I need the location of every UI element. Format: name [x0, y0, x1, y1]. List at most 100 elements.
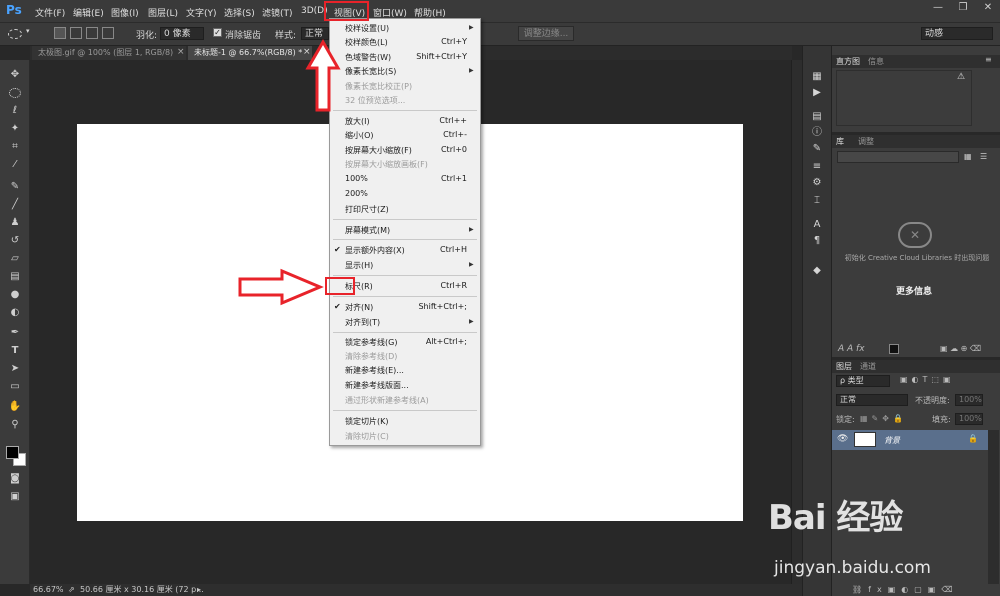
status-arrow-icon[interactable]: ▸ — [197, 584, 201, 596]
menu-image[interactable]: 图像(I) — [111, 6, 139, 19]
view-menu-item[interactable]: 对齐(N) — [345, 302, 373, 313]
character-panel-icon[interactable]: A — [809, 218, 825, 232]
intersect-selection-icon[interactable] — [102, 27, 114, 39]
subtract-selection-icon[interactable] — [86, 27, 98, 39]
view-menu-item[interactable]: 锁定切片(K) — [345, 416, 389, 427]
pen-tool-icon[interactable]: ✒ — [8, 326, 22, 340]
brush-panel-icon[interactable]: ✎ — [809, 142, 825, 156]
library-actions-icons[interactable]: ▣ ☁ ⊕ ⌫ — [940, 344, 981, 353]
screen-mode-icon[interactable]: ▣ — [8, 490, 22, 504]
actions-panel-icon[interactable]: ▶ — [809, 86, 825, 100]
close-window-button[interactable]: ✕ — [975, 2, 1000, 16]
tab-adjustments[interactable]: 调整 — [858, 135, 874, 148]
layers-scrollbar[interactable] — [988, 430, 999, 584]
blend-mode-select[interactable]: 正常 — [836, 394, 908, 406]
refine-edge-button[interactable]: 调整边缘... — [518, 26, 574, 41]
crop-tool-icon[interactable]: ⌗ — [8, 140, 22, 154]
tab-layers[interactable]: 图层 — [836, 360, 852, 373]
visibility-eye-icon[interactable]: 👁 — [837, 434, 848, 444]
menu-type[interactable]: 文字(Y) — [186, 6, 217, 19]
new-selection-icon[interactable] — [54, 27, 66, 39]
quick-mask-icon[interactable]: ◙ — [8, 472, 22, 486]
view-menu-item[interactable]: 显示(H) — [345, 260, 373, 271]
properties-panel-icon[interactable]: ▤ — [809, 110, 825, 124]
menu-layer[interactable]: 图层(L) — [148, 6, 178, 19]
history-brush-icon[interactable]: ↺ — [8, 234, 22, 248]
menu-file[interactable]: 文件(F) — [35, 6, 65, 19]
grid-view-icon[interactable]: ▦ — [964, 152, 972, 161]
layer-filter-icons[interactable]: ▣◐T⬚▣ — [900, 375, 955, 384]
magic-wand-icon[interactable]: ✦ — [8, 122, 22, 136]
path-selection-icon[interactable]: ➤ — [8, 362, 22, 376]
feather-input[interactable]: 0 像素 — [160, 27, 204, 40]
view-menu-item[interactable]: 像素长宽比(S) — [345, 66, 396, 77]
fill-input[interactable]: 100% — [955, 413, 983, 425]
restore-button[interactable]: ❐ — [950, 2, 976, 16]
view-menu-item[interactable]: 打印尺寸(Z) — [345, 204, 389, 215]
list-view-icon[interactable]: ☰ — [980, 152, 987, 161]
layer-footer-icons[interactable]: ⛓fx▣◐▢▣⌫ — [852, 585, 959, 594]
menu-edit[interactable]: 编辑(E) — [73, 6, 104, 19]
add-selection-icon[interactable] — [70, 27, 82, 39]
menu-select[interactable]: 选择(S) — [224, 6, 255, 19]
brush-tool-icon[interactable]: ╱ — [8, 198, 22, 212]
info-panel-icon[interactable]: ⓘ — [809, 126, 825, 140]
antialias-checkbox[interactable]: ✓ — [213, 28, 222, 37]
healing-brush-icon[interactable]: ✎ — [8, 180, 22, 194]
history-panel-icon[interactable]: ▦ — [809, 70, 825, 84]
clone-source-icon[interactable]: ⚙ — [809, 176, 825, 190]
tab-taiji-gif[interactable]: 太极图.gif @ 100% (图层 1, RGB/8) — [32, 46, 186, 60]
gradient-tool-icon[interactable]: ▤ — [8, 270, 22, 284]
dodge-tool-icon[interactable]: ◐ — [8, 306, 22, 320]
clone-stamp-icon[interactable]: ♟ — [8, 216, 22, 230]
tab-untitled-1[interactable]: 未标题-1 @ 66.7%(RGB/8) * — [188, 46, 312, 60]
minimize-button[interactable]: — — [925, 2, 951, 16]
type-tool-icon[interactable]: T — [8, 344, 22, 358]
zoom-tool-icon[interactable]: ⚲ — [8, 418, 22, 432]
panel-menu-icon[interactable]: ≡ — [985, 55, 992, 64]
view-menu-item[interactable]: 显示额外内容(X) — [345, 245, 405, 256]
workspace-select[interactable]: 动感 — [921, 27, 993, 40]
lock-icons[interactable]: ▦✎✥🔒 — [860, 414, 907, 423]
library-footer-icons[interactable]: A A fx — [838, 344, 865, 354]
library-select[interactable] — [837, 151, 959, 163]
tab-close-icon[interactable]: × — [177, 47, 185, 57]
view-menu-item[interactable]: 屏幕模式(M) — [345, 225, 390, 236]
view-menu-item[interactable]: 按屏幕大小缩放(F) — [345, 145, 412, 156]
view-menu-item[interactable]: 新建参考线版面... — [345, 380, 409, 391]
style-select[interactable]: 正常 — [301, 27, 329, 40]
warning-icon[interactable]: ⚠ — [957, 72, 965, 82]
tab-channels[interactable]: 通道 — [860, 360, 876, 373]
color-swatch-icon[interactable] — [889, 344, 899, 354]
move-tool-icon[interactable]: ✥ — [8, 68, 22, 82]
view-menu-item[interactable]: 色域警告(W) — [345, 52, 391, 63]
more-info-link[interactable]: 更多信息 — [884, 284, 944, 297]
3d-panel-icon[interactable]: ◆ — [809, 264, 825, 278]
view-menu-item[interactable]: 校样颜色(L) — [345, 37, 388, 48]
tab-library[interactable]: 库 — [836, 135, 844, 148]
tool-presets-icon[interactable]: ⌶ — [809, 194, 825, 208]
opacity-input[interactable]: 100% — [955, 394, 983, 406]
view-menu-item[interactable]: 对齐到(T) — [345, 317, 380, 328]
marquee-tool-icon[interactable] — [9, 88, 21, 98]
view-menu-item[interactable]: 锁定参考线(G) — [345, 337, 397, 348]
zoom-level[interactable]: 66.67% — [33, 584, 64, 596]
hand-tool-icon[interactable]: ✋ — [8, 400, 22, 414]
tab-histogram[interactable]: 直方图 — [836, 55, 860, 68]
lasso-tool-icon[interactable]: ℓ — [8, 104, 22, 118]
view-menu-item[interactable]: 放大(I) — [345, 116, 370, 127]
view-menu-item[interactable]: 校样设置(U) — [345, 23, 389, 34]
menu-filter[interactable]: 滤镜(T) — [262, 6, 293, 19]
paragraph-panel-icon[interactable]: ¶ — [809, 234, 825, 248]
eyedropper-icon[interactable]: ⁄ — [8, 158, 22, 172]
view-menu-item[interactable]: 新建参考线(E)... — [345, 365, 404, 376]
blur-tool-icon[interactable]: ● — [8, 288, 22, 302]
view-menu-item[interactable]: 缩小(O) — [345, 130, 374, 141]
view-menu-item[interactable]: 100% — [345, 174, 368, 183]
view-menu-item[interactable]: 200% — [345, 189, 368, 198]
share-icon[interactable]: ⇗ — [68, 584, 75, 596]
adjust-panel-icon[interactable]: ≡ — [809, 160, 825, 174]
rectangle-tool-icon[interactable]: ▭ — [8, 380, 22, 394]
elliptical-marquee-icon[interactable] — [8, 29, 22, 39]
layer-name[interactable]: 背景 — [884, 435, 900, 446]
